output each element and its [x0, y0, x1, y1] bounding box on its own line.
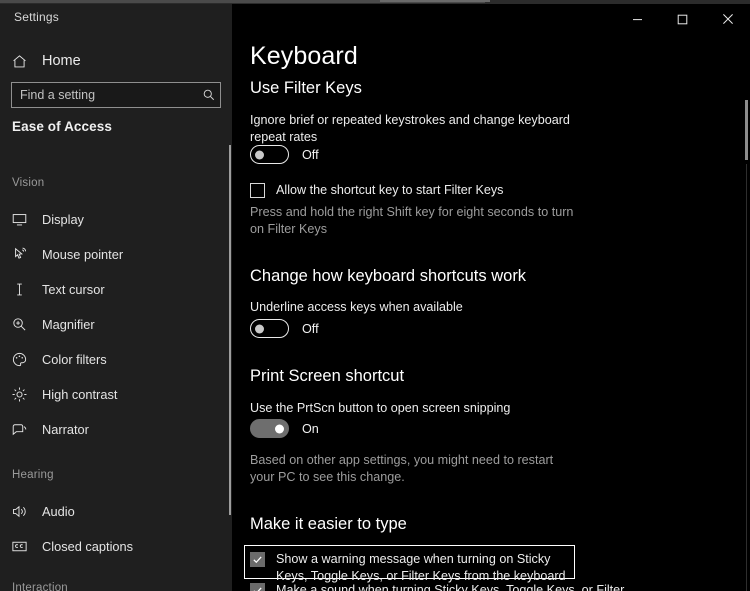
print-screen-toggle-row[interactable]: On	[250, 419, 319, 438]
speaker-icon	[10, 502, 29, 521]
monitor-icon	[10, 210, 29, 229]
section-heading-shortcuts: Change how keyboard shortcuts work	[250, 267, 527, 285]
sidebar-group-heading-hearing: Hearing	[12, 469, 54, 481]
prtscn-snipping-toggle[interactable]	[250, 419, 289, 438]
sidebar-item-high-contrast[interactable]: High contrast	[10, 380, 215, 408]
sidebar-item-display[interactable]: Display	[10, 205, 215, 233]
sidebar-group-heading-interaction: Interaction	[12, 582, 68, 591]
sound-checkbox-label: Make a sound when turning Sticky Keys, T…	[276, 583, 625, 591]
filter-keys-shortcut-checkbox-label: Allow the shortcut key to start Filter K…	[276, 183, 504, 197]
main-content: Keyboard Use Filter Keys Ignore brief or…	[232, 4, 750, 591]
filter-keys-hint: Press and hold the right Shift key for e…	[250, 205, 574, 236]
minimize-button[interactable]	[615, 4, 660, 34]
sidebar-item-closed-captions-label: Closed captions	[42, 538, 134, 554]
section-heading-easier-to-type: Make it easier to type	[250, 515, 407, 533]
sidebar-item-high-contrast-label: High contrast	[42, 386, 118, 402]
sidebar-item-display-label: Display	[42, 211, 84, 227]
sidebar-item-narrator-label: Narrator	[42, 421, 89, 437]
shortcuts-toggle-state: Off	[302, 321, 319, 336]
warning-message-checkbox-row[interactable]: Show a warning message when turning on S…	[250, 551, 570, 585]
sidebar-item-text-cursor[interactable]: Text cursor	[10, 275, 215, 303]
sidebar-category-title: Ease of Access	[12, 119, 112, 134]
maximize-button[interactable]	[660, 4, 705, 34]
print-screen-hint: Based on other app settings, you might n…	[250, 453, 554, 484]
filter-keys-description: Ignore brief or repeated keystrokes and …	[250, 113, 570, 144]
main-scrollbar-track[interactable]	[746, 164, 747, 591]
shortcuts-description: Underline access keys when available	[250, 300, 463, 314]
magnifier-icon	[10, 315, 29, 334]
sidebar-item-audio[interactable]: Audio	[10, 497, 215, 525]
main-scrollbar-thumb[interactable]	[745, 100, 748, 160]
sidebar-item-magnifier-label: Magnifier	[42, 316, 95, 332]
shortcuts-toggle-row[interactable]: Off	[250, 319, 319, 338]
mouse-pointer-icon	[10, 245, 29, 264]
close-button[interactable]	[705, 4, 750, 34]
sidebar: Settings Home Find a setting Ease of Acc…	[0, 4, 232, 591]
section-heading-filter-keys: Use Filter Keys	[250, 79, 362, 97]
sidebar-item-color-filters[interactable]: Color filters	[10, 345, 215, 373]
sidebar-item-closed-captions[interactable]: Closed captions	[10, 532, 215, 560]
sidebar-item-color-filters-label: Color filters	[42, 351, 107, 367]
filter-keys-toggle[interactable]	[250, 145, 289, 164]
window-controls	[615, 4, 750, 34]
sidebar-item-narrator[interactable]: Narrator	[10, 415, 215, 443]
desktop-strip-highlight	[380, 0, 490, 2]
text-cursor-icon	[10, 280, 29, 299]
underline-access-keys-toggle[interactable]	[250, 319, 289, 338]
color-palette-icon	[10, 350, 29, 369]
settings-window-screenshot: Settings Home Find a setting Ease of Acc…	[0, 0, 750, 591]
sound-checkbox[interactable]	[250, 583, 265, 591]
settings-window: Settings Home Find a setting Ease of Acc…	[0, 4, 750, 591]
app-title: Settings	[14, 10, 59, 24]
sidebar-item-home[interactable]: Home	[10, 48, 210, 74]
sidebar-group-heading-vision: Vision	[12, 177, 45, 189]
search-icon[interactable]	[198, 88, 220, 102]
sidebar-scrollbar-thumb[interactable]	[229, 145, 231, 515]
home-icon	[10, 52, 29, 71]
sun-contrast-icon	[10, 385, 29, 404]
section-heading-print-screen: Print Screen shortcut	[250, 367, 405, 385]
filter-keys-shortcut-checkbox-row[interactable]: Allow the shortcut key to start Filter K…	[250, 182, 590, 199]
filter-keys-shortcut-checkbox[interactable]	[250, 183, 265, 198]
print-screen-description: Use the PrtScn button to open screen sni…	[250, 401, 511, 415]
sidebar-item-mouse-pointer-label: Mouse pointer	[42, 246, 124, 262]
sidebar-item-mouse-pointer[interactable]: Mouse pointer	[10, 240, 215, 268]
narrator-icon	[10, 420, 29, 439]
sidebar-item-audio-label: Audio	[42, 503, 75, 519]
search-input[interactable]	[12, 87, 198, 103]
print-screen-toggle-state: On	[302, 421, 319, 436]
sidebar-item-text-cursor-label: Text cursor	[42, 281, 105, 297]
sidebar-item-home-label: Home	[42, 53, 81, 69]
page-title: Keyboard	[250, 42, 358, 70]
sound-checkbox-row[interactable]: Make a sound when turning Sticky Keys, T…	[250, 582, 624, 591]
sidebar-item-magnifier[interactable]: Magnifier	[10, 310, 215, 338]
closed-captions-icon	[10, 537, 29, 556]
search-box[interactable]	[11, 82, 221, 108]
warning-message-checkbox[interactable]	[250, 552, 265, 567]
filter-keys-toggle-state: Off	[302, 147, 319, 162]
warning-message-checkbox-label: Show a warning message when turning on S…	[276, 552, 566, 583]
filter-keys-toggle-row[interactable]: Off	[250, 145, 319, 164]
